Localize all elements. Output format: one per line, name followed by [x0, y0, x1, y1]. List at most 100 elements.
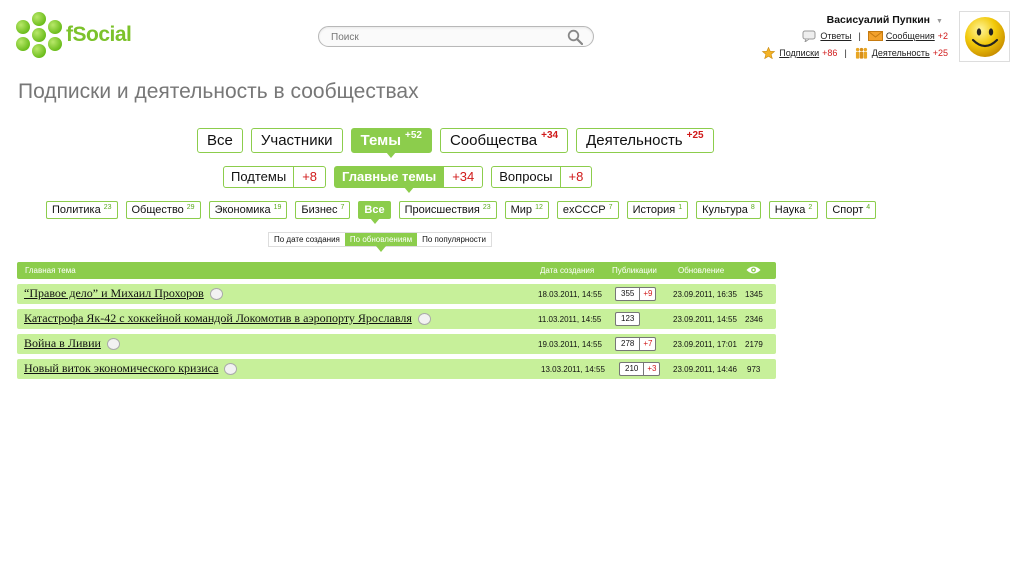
tab-label: Вопросы: [499, 169, 553, 184]
created-date: 13.03.2011, 14:55: [541, 365, 605, 374]
tab-main-topics[interactable]: Главные темы +34: [334, 166, 484, 193]
views-count: 1345: [745, 290, 763, 299]
chevron-down-icon[interactable]: ▼: [936, 18, 943, 25]
subject-ex-ussr[interactable]: exСССР 7: [556, 201, 619, 219]
user-name[interactable]: Васисуалий Пупкин: [800, 14, 930, 26]
subject-count: 1: [678, 204, 683, 211]
header-created[interactable]: Дата создания: [540, 262, 594, 279]
header-topic[interactable]: Главная тема: [25, 262, 76, 279]
topic-title: Война в Ливии: [24, 336, 101, 350]
subject-label: Происшествия: [404, 204, 480, 216]
publications-total: 355: [621, 289, 635, 298]
views-eye-icon[interactable]: [746, 265, 761, 275]
views-count: 973: [747, 365, 761, 374]
publications-count: 123: [615, 312, 641, 326]
star-icon: [761, 47, 776, 59]
publications-count: 355 +9: [615, 287, 657, 301]
sort-toggle: По дате создания По обновлениям По попул…: [268, 232, 492, 252]
subject-count: 8: [750, 204, 755, 211]
topic-title: Катастрофа Як-42 с хоккейной командой Ло…: [24, 311, 412, 325]
publications-count: 210 +3: [619, 362, 661, 376]
separator: |: [858, 31, 861, 41]
subscriptions-count: +86: [822, 48, 838, 58]
updated-date: 23.09.2011, 14:46: [673, 365, 737, 374]
tab-label: Подтемы: [231, 169, 287, 184]
publications-total: 210: [625, 364, 639, 373]
table-row[interactable]: Катастрофа Як-42 с хоккейной командой Ло…: [17, 309, 776, 329]
subject-label: Общество: [131, 204, 184, 216]
subject-politics[interactable]: Политика 23: [46, 201, 118, 219]
topic-link[interactable]: “Правое дело” и Михаил Прохоров: [24, 286, 223, 301]
subject-history[interactable]: История 1: [626, 201, 689, 219]
tab-questions[interactable]: Вопросы +8: [491, 166, 593, 188]
subject-culture[interactable]: Культура 8: [696, 201, 761, 219]
publications-count: 278 +7: [615, 337, 657, 351]
subject-world[interactable]: Мир 12: [504, 201, 549, 219]
tab-label: Участники: [260, 132, 333, 149]
smiley-avatar-icon: [964, 16, 1005, 57]
subject-count: 7: [340, 204, 345, 211]
topic-link[interactable]: Новый виток экономического кризиса: [24, 361, 238, 376]
created-date: 11.03.2011, 14:55: [538, 315, 602, 324]
topic-title: “Правое дело” и Михаил Прохоров: [24, 286, 204, 300]
subject-label: Культура: [702, 204, 748, 216]
tab-topics[interactable]: Темы +52: [350, 128, 432, 158]
tab-count: +52: [405, 130, 422, 141]
table-row[interactable]: “Правое дело” и Михаил Прохоров 18.03.20…: [17, 284, 776, 304]
table-row[interactable]: Новый виток экономического кризиса 13.03…: [17, 359, 776, 379]
topic-link[interactable]: Катастрофа Як-42 с хоккейной командой Ло…: [24, 311, 431, 326]
comment-bubble-icon: [106, 337, 120, 350]
subject-count: 29: [186, 204, 195, 211]
table-row[interactable]: Война в Ливии 19.03.2011, 14:55 278 +7 23…: [17, 334, 776, 354]
subject-label: exСССР: [562, 204, 606, 216]
activity-count: +25: [932, 48, 948, 58]
tab-subtopics[interactable]: Подтемы +8: [223, 166, 327, 188]
topic-link[interactable]: Война в Ливии: [24, 336, 120, 351]
fsocial-logo[interactable]: fSocial: [16, 10, 136, 60]
messages-link[interactable]: Сообщения: [886, 31, 935, 41]
tab-count: +8: [293, 167, 325, 187]
subject-label: Все: [364, 204, 385, 216]
subject-incidents[interactable]: Происшествия 23: [398, 201, 497, 219]
replies-link[interactable]: Ответы: [820, 31, 851, 41]
tab-count: +8: [559, 167, 592, 187]
subject-sport[interactable]: Спорт 4: [826, 201, 877, 219]
sort-by-popularity[interactable]: По популярности: [417, 233, 491, 246]
avatar[interactable]: [959, 11, 1010, 62]
subject-economy[interactable]: Экономика 19: [208, 201, 288, 219]
search-input[interactable]: [331, 29, 561, 45]
publications-new: +7: [639, 338, 655, 350]
sort-by-updated[interactable]: По обновлениям: [344, 233, 418, 252]
publications-total: 123: [621, 314, 635, 323]
tab-count: +34: [443, 167, 482, 187]
subject-label: Бизнес: [301, 204, 338, 216]
subject-count: 23: [482, 204, 491, 211]
subject-label: Экономика: [214, 204, 271, 216]
subject-business[interactable]: Бизнес 7: [295, 201, 351, 219]
tab-all[interactable]: Все: [197, 128, 243, 153]
search-icon[interactable]: [567, 29, 583, 45]
subject-all[interactable]: Все: [358, 201, 391, 224]
comment-bubble-icon: [417, 312, 431, 325]
activity-link[interactable]: Деятельность: [872, 48, 930, 58]
subject-science[interactable]: Наука 2: [768, 201, 819, 219]
updated-date: 23.09.2011, 14:55: [673, 315, 737, 324]
subscriptions-link[interactable]: Подписки: [779, 48, 819, 58]
tab-label: Сообщества: [449, 132, 538, 149]
subject-label: Спорт: [832, 204, 864, 216]
table-header: Главная тема Дата создания Публикации Об…: [17, 262, 776, 279]
created-date: 19.03.2011, 14:55: [538, 340, 602, 349]
header-updated[interactable]: Обновление: [678, 262, 724, 279]
comment-bubble-icon: [209, 287, 223, 300]
subject-label: История: [632, 204, 676, 216]
tab-activity[interactable]: Деятельность +25: [576, 128, 714, 153]
comment-bubble-icon: [224, 362, 238, 375]
tab-members[interactable]: Участники: [250, 128, 343, 153]
sort-by-created[interactable]: По дате создания: [269, 233, 345, 246]
tab-communities[interactable]: Сообщества +34: [439, 128, 569, 153]
created-date: 18.03.2011, 14:55: [538, 290, 602, 299]
search-box[interactable]: [318, 26, 594, 47]
topics-table: Главная тема Дата создания Публикации Об…: [17, 262, 776, 379]
header-publications[interactable]: Публикации: [612, 262, 657, 279]
subject-society[interactable]: Общество 29: [125, 201, 201, 219]
